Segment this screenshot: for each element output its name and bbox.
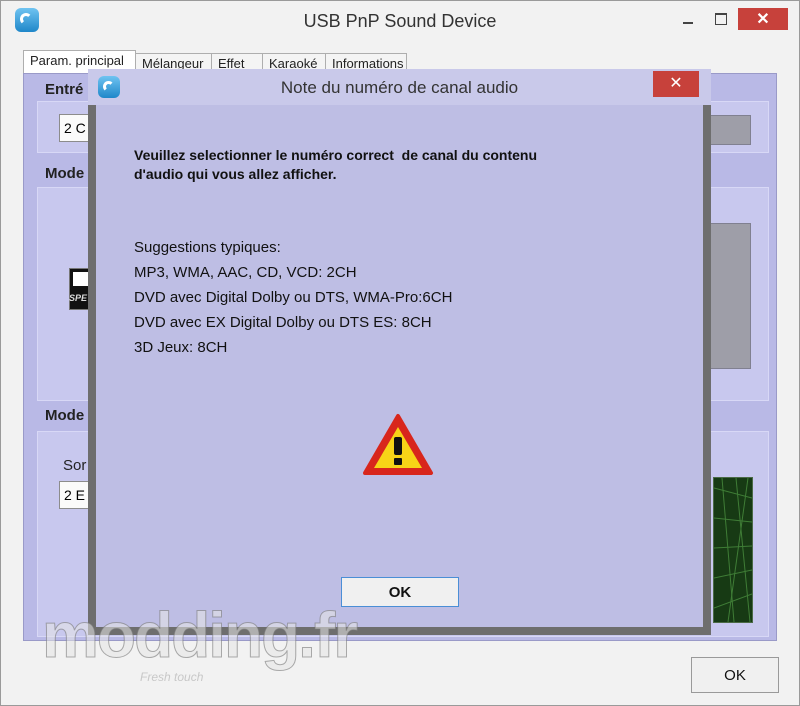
close-button[interactable]: ✕ [738,8,788,30]
dialog-close-button[interactable]: ✕ [653,71,699,97]
dialog-body: Veuillez selectionner le numéro correct … [96,105,703,627]
speaker-label-graphic: SPE [69,293,88,303]
room-grid-display [713,477,753,623]
dialog-title-bar[interactable]: Note du numéro de canal audio ✕ [88,69,711,105]
input-group-label: Entré [45,81,84,98]
suggestion-item: DVD avec EX Digital Dolby ou DTS ES: 8CH [134,314,432,331]
suggestion-item: MP3, WMA, AAC, CD, VCD: 2CH [134,264,357,281]
mode-gray-panel [709,223,751,369]
dialog-message-line2: d'audio qui vous allez afficher. [134,166,337,182]
watermark-tagline: Fresh touch [140,670,204,684]
maximize-button[interactable] [706,8,736,30]
minimize-button[interactable] [673,8,703,30]
input-gray-block [709,115,751,145]
dialog-title: Note du numéro de canal audio [280,78,519,97]
watermark-logo: modding.fr [41,599,358,672]
channel-note-dialog: Note du numéro de canal audio ✕ Veuillez… [88,69,711,635]
main-ok-button[interactable]: OK [691,657,779,693]
suggestion-item: 3D Jeux: 8CH [134,339,228,356]
suggestions-block: Suggestions typiques: MP3, WMA, AAC, CD,… [134,235,452,360]
title-bar[interactable]: USB PnP Sound Device ✕ [1,1,799,41]
mode2-group-label: Mode [45,407,85,424]
warning-icon [363,414,433,475]
mode-group-label: Mode [45,165,85,182]
suggestion-item: DVD avec Digital Dolby ou DTS, WMA-Pro:6… [134,289,453,306]
suggestions-title: Suggestions typiques: [134,239,281,256]
dialog-message-line1: Veuillez selectionner le numéro correct … [134,147,538,163]
output-label: Sor [63,457,87,474]
dialog-ok-button[interactable]: OK [341,577,459,607]
